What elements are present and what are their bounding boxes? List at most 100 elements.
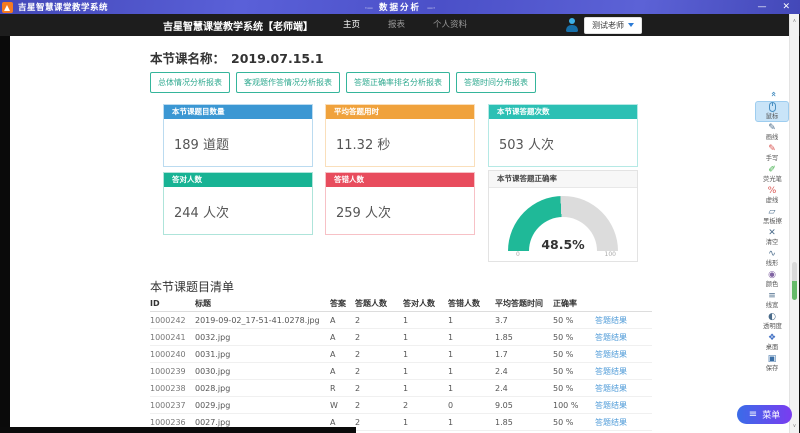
table-cell: 1000238 [150, 384, 195, 393]
table-cell: 1 [403, 418, 448, 427]
table-cell: 1 [403, 316, 448, 325]
answer-result-link[interactable]: 答题结果 [595, 417, 652, 428]
title-deco-right-icon: —· [427, 5, 435, 12]
tool-line-style[interactable]: ∿线形 [755, 248, 789, 269]
tool-highlighter[interactable]: ✐荧光笔 [755, 164, 789, 185]
table-header-cell: 答案 [330, 298, 355, 309]
table-cell: 100 % [553, 401, 595, 410]
window-bottom-edge [0, 427, 356, 433]
table-cell: 1 [448, 384, 495, 393]
table-header-cell: 答错人数 [448, 298, 495, 309]
gauge-value: 48.5% [508, 237, 618, 252]
table-cell: 1000236 [150, 418, 195, 427]
nav-item-0[interactable]: 主页 [329, 14, 374, 36]
menu-button-label: 菜单 [762, 408, 780, 421]
scrollbar-thumb[interactable] [792, 262, 797, 300]
table-cell: 1.85 [495, 333, 553, 342]
tool-clear[interactable]: ✕清空 [755, 227, 789, 248]
stat-card-question-count: 本节课题目数量 189 道题 [163, 104, 313, 167]
table-cell: 1 [403, 367, 448, 376]
table-cell: A [330, 333, 355, 342]
stat-card-correct-count: 答对人数 244 人次 [163, 172, 313, 235]
table-header-cell: 答题人数 [355, 298, 403, 309]
tool-dashed-line[interactable]: %虚线 [755, 185, 789, 206]
table-row: 10002400031.jpgA2111.750 %答题结果 [150, 346, 652, 363]
navbar-menu: 主页报表个人资料 [329, 14, 481, 36]
hamburger-icon: ≡ [749, 410, 757, 420]
tool-label: 线宽 [766, 301, 779, 309]
table-title: 本节课题目清单 [150, 278, 234, 295]
report-button-0[interactable]: 总体情况分析报表 [150, 72, 230, 93]
stat-card-value: 189 道题 [174, 134, 229, 153]
table-cell: 1 [403, 350, 448, 359]
answer-result-link[interactable]: 答题结果 [595, 332, 652, 343]
tool-label: 透明度 [763, 322, 782, 330]
close-button[interactable]: ✕ [782, 0, 790, 14]
table-row: 10002410032.jpgA2111.8550 %答题结果 [150, 329, 652, 346]
desktop-icon: ❖ [768, 333, 776, 343]
toolbar-collapse-icon[interactable]: « [766, 91, 778, 97]
handwrite-icon: ✎ [768, 144, 776, 154]
report-buttons-row: 总体情况分析报表客观题作答情况分析报表答题正确率排名分析报表答题时间分布报表 [150, 72, 536, 93]
annotation-toolbar: « 鼠标✎画线✎手写✐荧光笔%虚线▱黑板擦✕清空∿线形◉颜色≡线宽◐透明度❖桌面… [752, 88, 789, 374]
table-cell: 1000239 [150, 367, 195, 376]
stat-card-header: 答对人数 [164, 173, 312, 187]
tool-handwrite[interactable]: ✎手写 [755, 143, 789, 164]
menu-button[interactable]: ≡ 菜单 [737, 405, 792, 424]
tool-label: 线形 [766, 259, 779, 267]
nav-item-2[interactable]: 个人资料 [419, 14, 481, 36]
answer-result-link[interactable]: 答题结果 [595, 383, 652, 394]
mouse-icon [769, 102, 776, 112]
tool-mouse[interactable]: 鼠标 [755, 101, 789, 122]
answer-result-link[interactable]: 答题结果 [595, 400, 652, 411]
table-cell: 2.4 [495, 367, 553, 376]
correct-rate-gauge-card: 本节课答题正确率 48.5% 0 100 [488, 170, 638, 262]
gauge-card-header: 本节课答题正确率 [489, 171, 637, 188]
table-header-cell: 标题 [195, 298, 330, 309]
answer-result-link[interactable]: 答题结果 [595, 315, 652, 326]
stat-card-header: 本节课题目数量 [164, 105, 312, 119]
tool-draw-line[interactable]: ✎画线 [755, 122, 789, 143]
tool-opacity[interactable]: ◐透明度 [755, 311, 789, 332]
user-menu-button[interactable]: 测试老师 [584, 17, 642, 34]
tool-desktop[interactable]: ❖桌面 [755, 332, 789, 353]
table-cell: 50 % [553, 384, 595, 393]
answer-result-link[interactable]: 答题结果 [595, 366, 652, 377]
table-cell: 2 [403, 401, 448, 410]
tool-color[interactable]: ◉颜色 [755, 269, 789, 290]
page-scrollbar[interactable]: ∧ ∨ [789, 14, 799, 433]
table-cell: 1 [403, 384, 448, 393]
table-cell: 1000241 [150, 333, 195, 342]
report-button-3[interactable]: 答题时间分布报表 [456, 72, 536, 93]
report-button-2[interactable]: 答题正确率排名分析报表 [346, 72, 450, 93]
table-cell: 2 [355, 333, 403, 342]
answer-result-link[interactable]: 答题结果 [595, 349, 652, 360]
tool-board-eraser[interactable]: ▱黑板擦 [755, 206, 789, 227]
tool-save[interactable]: ▣保存 [755, 353, 789, 374]
tool-label: 颜色 [766, 280, 779, 288]
table-cell: 3.7 [495, 316, 553, 325]
table-cell: 1000242 [150, 316, 195, 325]
table-header-cell: 正确率 [553, 298, 595, 309]
tool-line-width[interactable]: ≡线宽 [755, 290, 789, 311]
nav-item-1[interactable]: 报表 [374, 14, 419, 36]
report-button-1[interactable]: 客观题作答情况分析报表 [236, 72, 340, 93]
save-icon: ▣ [768, 354, 777, 364]
table-cell: 2 [355, 384, 403, 393]
tool-label: 画线 [766, 133, 779, 141]
draw-line-icon: ✎ [768, 123, 776, 133]
stat-card-header: 本节课答题次数 [489, 105, 637, 119]
table-cell: 1 [448, 418, 495, 427]
tool-label: 手写 [766, 154, 779, 162]
scroll-down-icon[interactable]: ∨ [790, 423, 799, 429]
board-eraser-icon: ▱ [769, 207, 776, 217]
scroll-up-icon[interactable]: ∧ [790, 18, 799, 24]
user-name: 测试老师 [592, 20, 624, 31]
table-cell: 0 [448, 401, 495, 410]
tool-label: 保存 [766, 364, 779, 372]
dashed-line-icon: % [768, 186, 777, 196]
window-controls: — ✕ [757, 0, 800, 14]
stat-card-answer-count: 本节课答题次数 503 人次 [488, 104, 638, 167]
minimize-button[interactable]: — [757, 0, 766, 14]
table-cell: 1 [448, 316, 495, 325]
